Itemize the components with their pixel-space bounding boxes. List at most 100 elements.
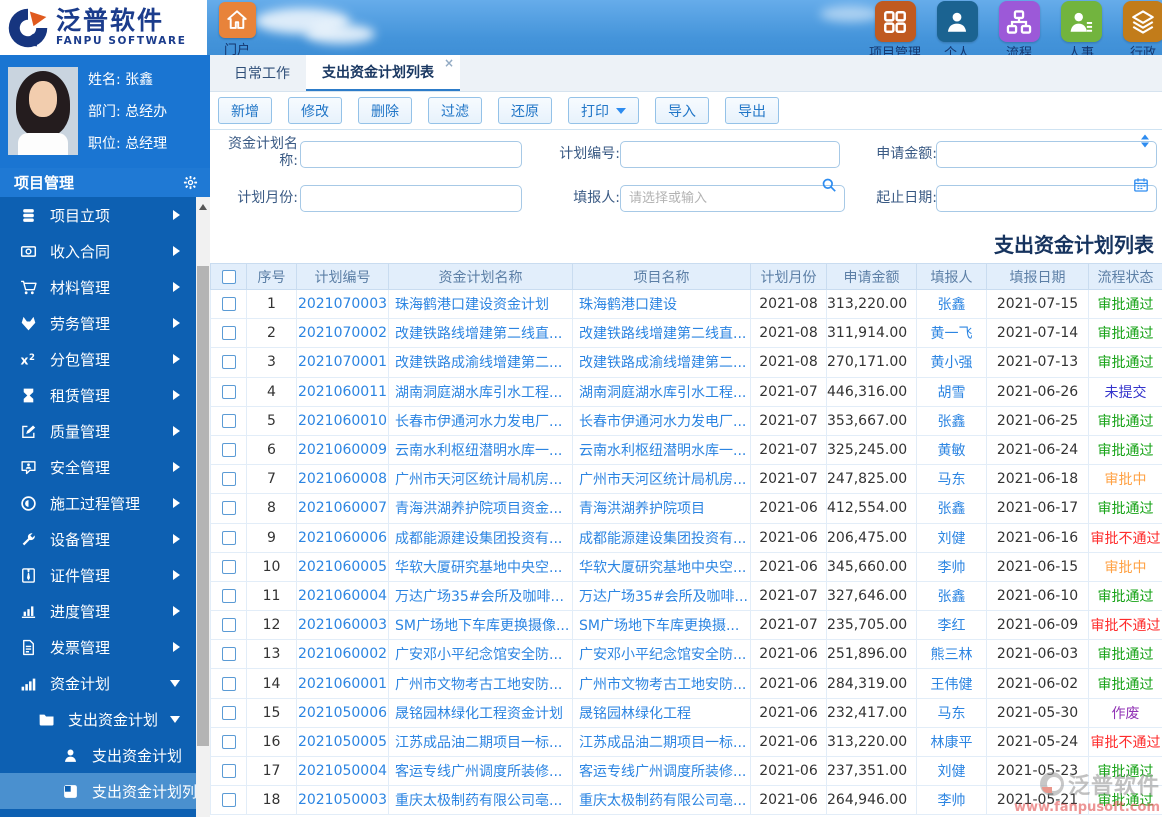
cell-plan-name[interactable]: 江苏成品油二期项目一标... [388,726,573,758]
header-nav-item[interactable]: 个人 [926,1,988,55]
cell-reporter[interactable]: 刘健 [916,755,987,787]
cell-plan-no[interactable]: 2021060007 [296,493,389,524]
cell-plan-no[interactable]: 2021050003 [296,785,389,816]
cell-reporter[interactable]: 王伟健 [916,668,987,699]
cell-reporter[interactable]: 李帅 [916,785,987,816]
cell-plan-no[interactable]: 2021060006 [296,522,389,553]
cell-reporter[interactable]: 胡雪 [916,376,987,407]
cell-project-name[interactable]: 客运专线广州调度所装修... [572,755,751,787]
tab-日常工作[interactable]: 日常工作 [218,55,306,91]
select-all-checkbox[interactable] [221,269,236,284]
cell-plan-name[interactable]: 广安邓小平纪念馆安全防... [388,639,573,670]
cell-plan-no[interactable]: 2021060011 [296,376,389,407]
cell-project-name[interactable]: 晟铭园林绿化工程 [572,697,751,728]
cell-project-name[interactable]: 珠海鹤港口建设 [572,288,751,320]
新增-button[interactable]: 新增 [218,97,272,124]
cell-project-name[interactable]: 江苏成品油二期项目一标... [572,726,751,758]
cell-plan-name[interactable]: 晟铭园林绿化工程资金计划 [388,697,573,728]
cell-plan-name[interactable]: 万达广场35#会所及咖啡... [388,580,573,612]
calendar-icon[interactable] [1133,177,1149,193]
close-icon[interactable]: × [444,57,454,69]
header-nav-item[interactable]: 人事 [1050,1,1112,55]
sidebar-item-设备管理[interactable]: 设备管理 [0,521,196,557]
row-checkbox[interactable] [221,443,236,458]
打印-button[interactable]: 打印 [568,97,639,124]
cell-plan-name[interactable]: SM广场地下车库更换摄像... [388,610,573,641]
cell-reporter[interactable]: 黄小强 [916,347,987,378]
cell-plan-name[interactable]: 成都能源建设集团投资有... [388,522,573,553]
sidebar-item-支出资金计划[interactable]: 支出资金计划 [0,701,196,737]
cell-project-name[interactable]: 重庆太极制药有限公司亳... [572,785,751,816]
cell-plan-name[interactable]: 青海洪湖养护院项目资金... [388,493,573,524]
row-checkbox[interactable] [221,764,236,779]
sidebar-item-发票管理[interactable]: 发票管理 [0,629,196,665]
cell-project-name[interactable]: 改建铁路线增建第二线直... [572,318,751,349]
sidebar-item-支出资金计划列表[interactable]: 支出资金计划列表 [0,773,196,809]
cell-project-name[interactable]: 广安邓小平纪念馆安全防... [572,639,751,670]
row-checkbox[interactable] [221,530,236,545]
cell-plan-no[interactable]: 2021060004 [296,580,389,612]
导出-button[interactable]: 导出 [725,97,779,124]
sidebar-item-劳务管理[interactable]: 劳务管理 [0,305,196,341]
gear-icon[interactable] [183,175,198,190]
plan-no-input[interactable] [620,141,840,168]
cell-project-name[interactable]: 广州市天河区统计局机房... [572,464,751,495]
cell-reporter[interactable]: 刘健 [916,522,987,553]
cell-plan-name[interactable]: 广州市天河区统计局机房... [388,464,573,495]
cell-project-name[interactable]: 青海洪湖养护院项目 [572,493,751,524]
sidebar-item-支出资金计划[interactable]: 支出资金计划 [0,737,196,773]
还原-button[interactable]: 还原 [498,97,552,124]
row-checkbox[interactable] [221,297,236,312]
cell-reporter[interactable]: 马东 [916,697,987,728]
cell-reporter[interactable]: 黄敏 [916,434,987,466]
header-nav-item[interactable]: 项目管理 [864,1,926,55]
amount-stepper[interactable] [1141,134,1149,148]
row-checkbox[interactable] [221,793,236,808]
cell-reporter[interactable]: 张鑫 [916,405,987,436]
cell-plan-no[interactable]: 2021050004 [296,755,389,787]
row-checkbox[interactable] [221,384,236,399]
row-checkbox[interactable] [221,676,236,691]
row-checkbox[interactable] [221,355,236,370]
portal-button[interactable]: 门户 [215,2,259,55]
cell-reporter[interactable]: 熊三林 [916,639,987,670]
cell-project-name[interactable]: 湖南洞庭湖水库引水工程... [572,376,751,407]
sidebar-item-证件管理[interactable]: 证件管理 [0,557,196,593]
amount-input[interactable] [936,141,1157,168]
cell-project-name[interactable]: 成都能源建设集团投资有... [572,522,751,553]
scrollbar-thumb[interactable] [197,266,209,746]
cell-reporter[interactable]: 李帅 [916,551,987,582]
cell-plan-no[interactable]: 2021070001 [296,347,389,378]
row-checkbox[interactable] [221,413,236,428]
month-input[interactable] [300,185,522,212]
row-checkbox[interactable] [221,326,236,341]
row-checkbox[interactable] [221,588,236,603]
cell-project-name[interactable]: 长春市伊通河水力发电厂... [572,405,751,436]
reporter-input[interactable] [620,185,845,212]
cell-plan-name[interactable]: 云南水利枢纽潜明水库一... [388,434,573,466]
cell-plan-no[interactable]: 2021060008 [296,464,389,495]
sidebar-item-收入合同[interactable]: 收入合同 [0,233,196,269]
cell-reporter[interactable]: 黄一飞 [916,318,987,349]
header-nav-item[interactable]: 行政 [1112,1,1162,55]
cell-plan-no[interactable]: 2021050006 [296,697,389,728]
sidebar-item-材料管理[interactable]: 材料管理 [0,269,196,305]
cell-plan-name[interactable]: 珠海鹤港口建设资金计划 [388,288,573,320]
cell-plan-name[interactable]: 长春市伊通河水力发电厂... [388,405,573,436]
过滤-button[interactable]: 过滤 [428,97,482,124]
sidebar-item-资金计划[interactable]: 资金计划 [0,665,196,701]
search-icon[interactable] [821,177,837,193]
sidebar-scrollbar[interactable] [196,197,210,817]
cell-plan-no[interactable]: 2021060002 [296,639,389,670]
sidebar-item-质量管理[interactable]: 质量管理 [0,413,196,449]
row-checkbox[interactable] [221,734,236,749]
cell-plan-name[interactable]: 改建铁路线增建第二线直... [388,318,573,349]
cell-plan-name[interactable]: 华软大厦研究基地中央空... [388,551,573,582]
cell-plan-name[interactable]: 重庆太极制药有限公司亳... [388,785,573,816]
row-checkbox[interactable] [221,559,236,574]
sidebar-item-施工过程管理[interactable]: 施工过程管理 [0,485,196,521]
cell-reporter[interactable]: 李红 [916,610,987,641]
sidebar-item-分包管理[interactable]: x 2 分包管理 [0,341,196,377]
cell-plan-no[interactable]: 2021050005 [296,726,389,758]
cell-reporter[interactable]: 张鑫 [916,580,987,612]
